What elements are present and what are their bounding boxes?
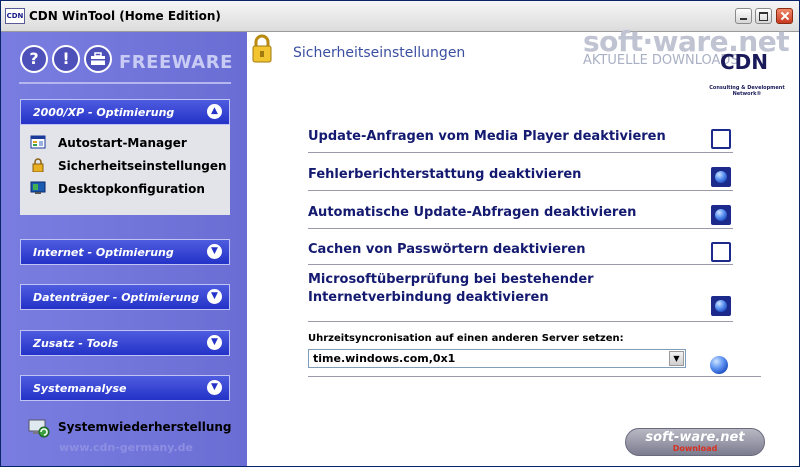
info-icon[interactable]: ! bbox=[52, 45, 80, 73]
chevron-down-icon[interactable]: ▼ bbox=[207, 335, 222, 350]
cdn-app-icon: CDN bbox=[5, 8, 25, 24]
sidebar-item-sicherheitseinstellungen[interactable]: Sicherheitseinstellungen bbox=[30, 157, 227, 175]
chevron-down-icon[interactable]: ▼ bbox=[207, 244, 222, 259]
toolbox-icon[interactable] bbox=[84, 45, 112, 73]
option-row: Fehlerberichterstattung deaktivieren bbox=[308, 163, 733, 191]
option-row: Cachen von Passwörtern deaktivieren bbox=[308, 239, 733, 265]
option-checkbox[interactable] bbox=[711, 296, 731, 316]
cdn-logo-subtitle: Consulting & Development Network® bbox=[709, 85, 785, 97]
maximize-button[interactable] bbox=[755, 8, 772, 24]
apply-orb-button[interactable] bbox=[710, 356, 728, 374]
lock-icon bbox=[252, 34, 272, 63]
option-row: Automatische Update-Abfragen deaktiviere… bbox=[308, 201, 733, 229]
close-button[interactable] bbox=[776, 8, 793, 24]
desktop-icon bbox=[30, 181, 46, 195]
lock-icon bbox=[30, 158, 46, 173]
section-label: Zusatz - Tools bbox=[33, 337, 119, 350]
section-label: Datenträger - Optimierung bbox=[33, 291, 200, 304]
sidebar-item-autostart-manager[interactable]: Autostart-Manager bbox=[30, 134, 225, 152]
option-label: Update-Anfragen vom Media Player deaktiv… bbox=[308, 129, 666, 144]
option-label-line2: Internetverbindung deaktivieren bbox=[308, 290, 549, 305]
sync-divider bbox=[308, 376, 761, 377]
freeware-label: FREEWARE bbox=[119, 52, 233, 73]
time-server-select[interactable]: time.windows.com,0x1 ▼ bbox=[308, 349, 686, 368]
section-label: 2000/XP - Optimierung bbox=[33, 106, 175, 119]
autostart-icon bbox=[30, 135, 46, 149]
system-restore-item[interactable]: Systemwiederherstellung bbox=[27, 417, 237, 438]
time-server-value: time.windows.com,0x1 bbox=[313, 352, 456, 365]
chevron-down-icon[interactable]: ▼ bbox=[207, 289, 222, 304]
sidebar-divider bbox=[19, 82, 231, 84]
option-checkbox[interactable] bbox=[711, 205, 731, 225]
section-datentraeger-optimierung[interactable]: Datenträger - Optimierung ▼ bbox=[20, 284, 230, 310]
section-label: Systemanalyse bbox=[33, 382, 127, 395]
option-label-line1: Microsoftüberprüfung bei bestehender bbox=[308, 272, 594, 287]
website-link[interactable]: www.cdn-germany.de bbox=[59, 441, 193, 454]
page-title: Sicherheitseinstellungen bbox=[293, 45, 466, 61]
system-restore-icon bbox=[28, 419, 50, 438]
sidebar-item-label: Sicherheitseinstellungen bbox=[58, 159, 227, 173]
system-restore-label: Systemwiederherstellung bbox=[58, 420, 232, 434]
app-window: CDN CDN WinTool (Home Edition) ? ! FREEW… bbox=[0, 0, 800, 467]
help-icon[interactable]: ? bbox=[20, 45, 48, 73]
main-content: Sicherheitseinstellungen soft·ware.net A… bbox=[247, 25, 799, 466]
section-xp-optimierung[interactable]: 2000/XP - Optimierung ▲ bbox=[20, 99, 230, 125]
watermark-subtitle: AKTUELLE DOWNLOADS bbox=[583, 53, 739, 68]
option-label: Cachen von Passwörtern deaktivieren bbox=[308, 242, 586, 257]
sidebar-item-label: Autostart-Manager bbox=[58, 136, 187, 150]
section-internet-optimierung[interactable]: Internet - Optimierung ▼ bbox=[20, 239, 230, 265]
xp-optimierung-panel: Autostart-Manager Sicherheitseinstellung… bbox=[20, 125, 230, 215]
minimize-button[interactable] bbox=[735, 8, 752, 24]
option-checkbox[interactable] bbox=[711, 129, 731, 149]
badge-download-label: Download bbox=[672, 444, 718, 453]
download-badge: soft-ware.net Download bbox=[625, 428, 765, 456]
option-row: Update-Anfragen vom Media Player deaktiv… bbox=[308, 125, 733, 153]
sidebar: ? ! FREEWARE 2000/XP - Optimierung ▲ Aut… bbox=[1, 32, 247, 466]
option-label: Fehlerberichterstattung deaktivieren bbox=[308, 167, 582, 182]
window-title: CDN WinTool (Home Edition) bbox=[29, 9, 221, 23]
section-label: Internet - Optimierung bbox=[33, 246, 174, 259]
sidebar-item-label: Desktopkonfiguration bbox=[58, 182, 205, 196]
option-checkbox[interactable] bbox=[711, 167, 731, 187]
chevron-down-icon[interactable]: ▼ bbox=[207, 380, 222, 395]
sidebar-item-desktopkonfiguration[interactable]: Desktopkonfiguration bbox=[30, 180, 225, 198]
option-row: Microsoftüberprüfung bei bestehender Int… bbox=[308, 270, 733, 322]
chevron-down-icon[interactable]: ▼ bbox=[669, 351, 684, 366]
section-zusatz-tools[interactable]: Zusatz - Tools ▼ bbox=[20, 330, 230, 356]
option-checkbox[interactable] bbox=[711, 242, 731, 262]
cdn-logo: CDN bbox=[720, 50, 769, 74]
option-label: Automatische Update-Abfragen deaktiviere… bbox=[308, 205, 637, 220]
chevron-up-icon[interactable]: ▲ bbox=[207, 104, 222, 119]
time-sync-label: Uhrzeitsyncronisation auf einen anderen … bbox=[308, 333, 624, 344]
section-systemanalyse[interactable]: Systemanalyse ▼ bbox=[20, 375, 230, 401]
badge-title: soft-ware.net bbox=[645, 430, 745, 445]
